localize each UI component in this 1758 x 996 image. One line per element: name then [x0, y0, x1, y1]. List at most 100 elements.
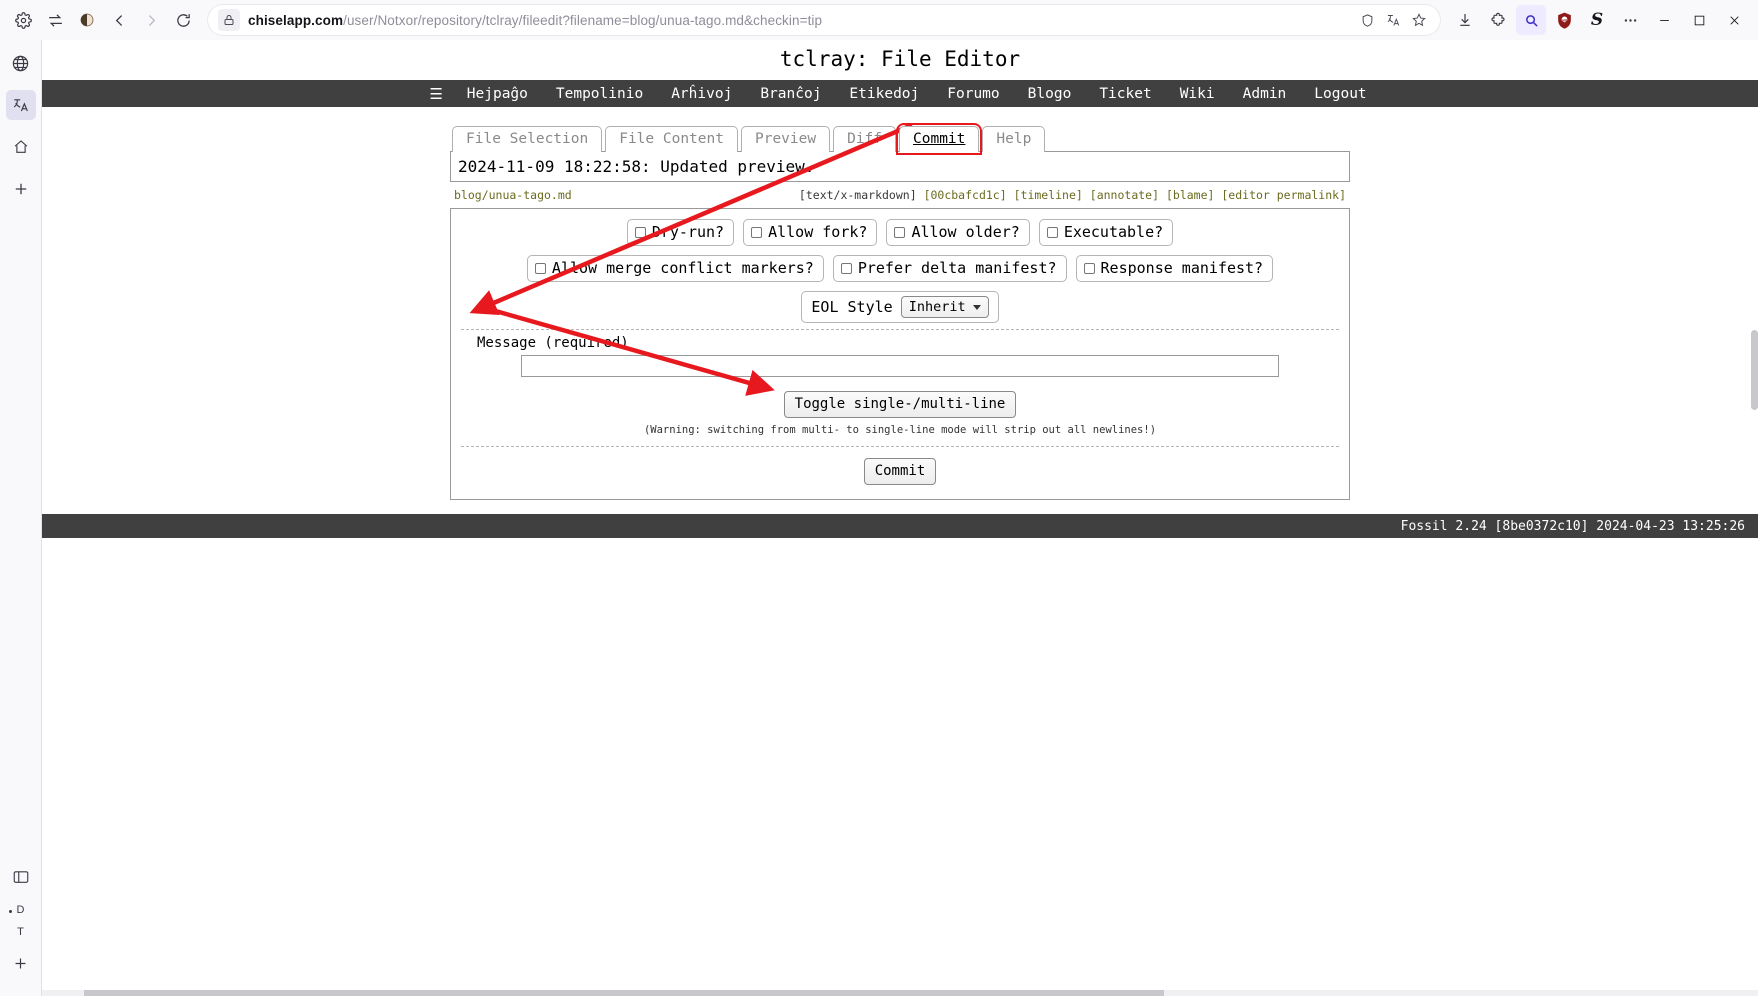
checkbox-square-icon[interactable] — [894, 226, 906, 238]
stylus-label: S — [1590, 10, 1604, 30]
content-wrapper: File Selection File Content Preview Diff… — [42, 107, 1758, 500]
search-magnifier-icon[interactable] — [1516, 5, 1546, 35]
eol-style-select[interactable]: Inherit — [900, 296, 989, 318]
translate-icon[interactable] — [1382, 9, 1404, 31]
commit-options-row-2: Allow merge conflict markers? Prefer del… — [459, 255, 1341, 282]
container-t-label[interactable]: T — [17, 926, 24, 938]
window-body: D T tclray: File Editor ☰ Hejpaĝo Tempol… — [0, 40, 1758, 996]
sync-arrows-icon[interactable] — [40, 5, 70, 35]
message-label: Message (required) — [477, 335, 629, 351]
menu-item-forumo[interactable]: Forumo — [933, 86, 1013, 102]
translate-panel-icon[interactable] — [5, 90, 36, 120]
bookmark-star-icon[interactable] — [1408, 9, 1430, 31]
menu-item-arhivoj[interactable]: Arĥivoj — [657, 86, 746, 102]
add-panel-icon[interactable] — [6, 174, 36, 204]
main-menu: ☰ Hejpaĝo Tempolinio Arĥivoj Branĉoj Eti… — [42, 80, 1758, 107]
checkbox-square-icon[interactable] — [1083, 262, 1095, 274]
horizontal-scrollbar-thumb[interactable] — [84, 990, 1164, 996]
stylus-extension-icon[interactable]: S — [1582, 5, 1612, 35]
browser-toolbar: chiselapp.com/user/Notxor/repository/tcl… — [0, 0, 1758, 40]
fossil-footer: Fossil 2.24 [8be0372c10] 2024-04-23 13:2… — [42, 514, 1758, 538]
back-button[interactable] — [104, 5, 134, 35]
page-viewport: tclray: File Editor ☰ Hejpaĝo Tempolinio… — [42, 40, 1758, 996]
meta-annotate-link[interactable]: [annotate] — [1090, 188, 1159, 202]
checkbox-merge-conflict-label: Allow merge conflict markers? — [551, 259, 814, 277]
meta-timeline-link[interactable]: [timeline] — [1014, 188, 1083, 202]
tab-help[interactable]: Help — [982, 126, 1046, 152]
checkbox-square-icon[interactable] — [634, 226, 646, 238]
menu-item-admin[interactable]: Admin — [1229, 86, 1301, 102]
container-d-label[interactable]: D — [8, 904, 24, 916]
meta-filename[interactable]: blog/unua-tago.md — [454, 188, 572, 202]
forward-button[interactable] — [136, 5, 166, 35]
commit-panel: Dry-run? Allow fork? Allow older? Execut… — [450, 208, 1350, 500]
commit-button[interactable]: Commit — [863, 458, 937, 485]
checkbox-allow-older-label: Allow older? — [911, 223, 1020, 241]
menu-item-blogo[interactable]: Blogo — [1014, 86, 1086, 102]
fileedit-tabbar: File Selection File Content Preview Diff… — [450, 123, 1350, 155]
add-container-icon[interactable] — [6, 948, 36, 978]
checkbox-allow-merge-conflict-markers[interactable]: Allow merge conflict markers? — [526, 255, 824, 282]
overflow-menu-button[interactable] — [1615, 5, 1645, 35]
checkbox-allow-older[interactable]: Allow older? — [886, 219, 1030, 246]
meta-permalink-link[interactable]: [editor permalink] — [1221, 188, 1346, 202]
page-title: tclray: File Editor — [779, 47, 1021, 71]
menu-item-brancoj[interactable]: Branĉoj — [746, 86, 835, 102]
checkbox-square-icon[interactable] — [840, 262, 852, 274]
svg-text:uB: uB — [1561, 17, 1566, 22]
menu-item-wiki[interactable]: Wiki — [1166, 86, 1229, 102]
menu-item-tempolinio[interactable]: Tempolinio — [542, 86, 657, 102]
checkbox-allow-fork[interactable]: Allow fork? — [743, 219, 878, 246]
url-text[interactable]: chiselapp.com/user/Notxor/repository/tcl… — [248, 13, 1348, 28]
checkbox-dry-run[interactable]: Dry-run? — [626, 219, 735, 246]
menu-item-logout[interactable]: Logout — [1300, 86, 1380, 102]
meta-checkin-link[interactable]: [00cbafcd1c] — [924, 188, 1007, 202]
vertical-scrollbar-thumb[interactable] — [1751, 330, 1758, 410]
web-panel-icon[interactable] — [6, 48, 36, 78]
address-bar[interactable]: chiselapp.com/user/Notxor/repository/tcl… — [208, 5, 1440, 35]
sidebar-toggle-icon[interactable] — [6, 862, 36, 892]
toggle-single-multi-line-button[interactable]: Toggle single-/multi-line — [783, 391, 1017, 418]
sidebar-bottom-group: D T — [0, 862, 41, 990]
checkbox-square-icon[interactable] — [751, 226, 763, 238]
close-button[interactable] — [1718, 5, 1750, 35]
browser-window: chiselapp.com/user/Notxor/repository/tcl… — [0, 0, 1758, 996]
menu-item-ticket[interactable]: Ticket — [1085, 86, 1165, 102]
commit-message-input[interactable] — [521, 355, 1279, 377]
menu-item-etikedoj[interactable]: Etikedoj — [835, 86, 933, 102]
ublock-origin-shield-icon[interactable]: uB — [1549, 5, 1579, 35]
tab-commit[interactable]: Commit — [896, 123, 983, 155]
tab-file-selection[interactable]: File Selection — [452, 126, 603, 152]
menu-hamburger-icon[interactable]: ☰ — [419, 85, 452, 103]
toggle-button-row: Toggle single-/multi-line — [459, 391, 1341, 418]
reload-button[interactable] — [168, 5, 198, 35]
checkbox-allow-fork-label: Allow fork? — [768, 223, 868, 241]
commit-button-row: Commit — [459, 447, 1341, 485]
home-panel-icon[interactable] — [6, 132, 36, 162]
line-mode-warning: (Warning: switching from multi- to singl… — [643, 424, 1157, 436]
status-message: 2024-11-09 18:22:58: Updated preview. — [450, 151, 1350, 182]
checkbox-executable[interactable]: Executable? — [1038, 219, 1174, 246]
checkbox-square-icon[interactable] — [534, 262, 546, 274]
checkbox-response-manifest[interactable]: Response manifest? — [1075, 255, 1274, 282]
checkbox-square-icon[interactable] — [1046, 226, 1058, 238]
extensions-puzzle-icon[interactable] — [1483, 5, 1513, 35]
fileedit-container: File Selection File Content Preview Diff… — [450, 123, 1350, 500]
meta-blame-link[interactable]: [blame] — [1166, 188, 1214, 202]
download-icon[interactable] — [1450, 5, 1480, 35]
menu-item-hejpago[interactable]: Hejpaĝo — [453, 86, 542, 102]
checkbox-delta-manifest-label: Prefer delta manifest? — [857, 259, 1057, 277]
profile-avatar-icon[interactable] — [72, 5, 102, 35]
maximize-button[interactable] — [1683, 5, 1715, 35]
minimize-button[interactable] — [1648, 5, 1680, 35]
tab-diff[interactable]: Diff — [833, 126, 897, 152]
padlock-icon[interactable] — [218, 9, 240, 31]
tab-preview[interactable]: Preview — [740, 126, 831, 152]
checkbox-prefer-delta-manifest[interactable]: Prefer delta manifest? — [832, 255, 1067, 282]
settings-gear-icon[interactable] — [8, 5, 38, 35]
checkbox-executable-label: Executable? — [1063, 223, 1164, 241]
vertical-tabs-sidebar: D T — [0, 40, 42, 996]
tracking-shield-icon[interactable] — [1356, 9, 1378, 31]
tab-file-content[interactable]: File Content — [605, 126, 738, 152]
url-path: /user/Notxor/repository/tclray/fileedit?… — [343, 12, 823, 28]
